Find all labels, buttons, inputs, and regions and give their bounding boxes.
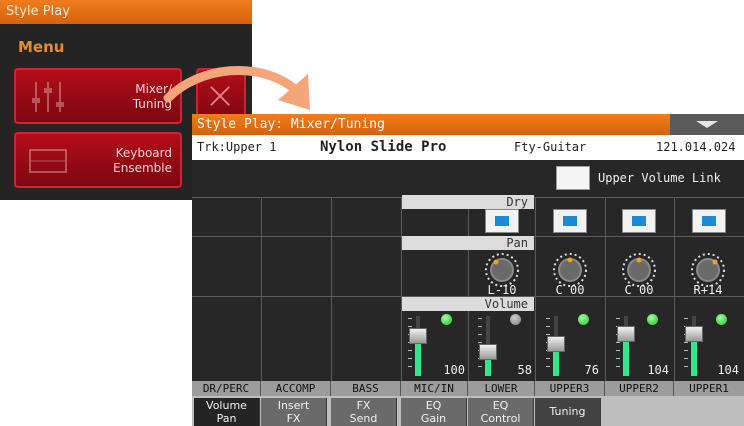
sound-name: Nylon Slide Pro (320, 139, 447, 155)
track-label: Trk:Upper 1 (197, 140, 277, 154)
pan-value-upper3: C 00 (555, 283, 585, 297)
dry-toggle-lower[interactable] (485, 209, 519, 233)
pan-section-label: Pan (402, 236, 534, 250)
volume-value-lower: 58 (517, 363, 532, 377)
sound-category: Fty-Guitar (514, 140, 587, 154)
keyboard-ensemble-button[interactable]: Keyboard Ensemble (14, 132, 182, 188)
tab-eq-control[interactable]: EQ Control (468, 398, 534, 426)
keyboard-button-line2: Ensemble (113, 161, 172, 175)
fader-handle[interactable] (479, 344, 497, 360)
dry-indicator (632, 216, 646, 226)
channel-label-mic-in[interactable]: MIC/IN (401, 381, 468, 396)
pan-value-upper1: R+14 (693, 283, 723, 297)
channel-label-upper1[interactable]: UPPER1 (674, 381, 744, 396)
page-tabs: Volume Pan Insert FX FX Send EQ Gain EQ … (192, 396, 744, 426)
mixer-tuning-screen: Style Play: Mixer/Tuning Trk:Upper 1 Nyl… (192, 114, 744, 426)
fader-handle[interactable] (685, 326, 703, 342)
menu-panel-title: Style Play (0, 0, 252, 24)
volume-value-upper1: 104 (717, 363, 739, 377)
volume-value-mic-in: 100 (443, 363, 465, 377)
tab-label-line1: EQ (492, 399, 509, 412)
channel-label-bass[interactable]: BASS (331, 381, 401, 396)
tab-fx-send[interactable]: FX Send (331, 398, 397, 426)
dry-toggle-upper2[interactable] (622, 209, 656, 233)
tab-tuning[interactable]: Tuning (535, 398, 601, 426)
tab-eq-gain[interactable]: EQ Gain (401, 398, 467, 426)
channel-label-upper3[interactable]: UPPER3 (535, 381, 605, 396)
dry-indicator (563, 216, 577, 226)
chevron-down-icon (696, 121, 718, 128)
page-menu-button[interactable] (670, 114, 744, 135)
tab-volume-pan[interactable]: Volume Pan (194, 398, 260, 426)
column-divider (401, 198, 402, 381)
tab-label-line1: Volume (206, 399, 247, 412)
column-divider (535, 198, 536, 381)
tab-label-line2: Send (349, 412, 378, 425)
volume-section-label: Volume (402, 297, 534, 311)
track-info-bar[interactable]: Trk:Upper 1 Nylon Slide Pro Fty-Guitar 1… (192, 135, 744, 160)
tab-label-line1: Insert (277, 399, 310, 412)
dry-section-label: Dry (402, 195, 534, 209)
column-divider (674, 198, 675, 381)
volume-value-upper3: 76 (584, 363, 599, 377)
column-divider (261, 198, 262, 381)
tab-insert-fx[interactable]: Insert FX (261, 398, 327, 426)
tab-label-line2: FX (286, 412, 301, 425)
volume-value-upper2: 104 (647, 363, 669, 377)
tab-label-line2: Pan (216, 412, 237, 425)
mixer-icon (32, 82, 64, 112)
led-upper3 (578, 314, 589, 325)
column-divider (605, 198, 606, 381)
channel-label-lower[interactable]: LOWER (468, 381, 535, 396)
dry-toggle-upper1[interactable] (692, 209, 726, 233)
keyboard-ensemble-icon (29, 149, 67, 173)
led-mic-in (441, 314, 452, 325)
dry-toggle-upper3[interactable] (553, 209, 587, 233)
dry-indicator (702, 216, 716, 226)
program-number: 121.014.024 (656, 140, 736, 154)
fader-handle[interactable] (617, 326, 635, 342)
upper-volume-link-checkbox[interactable] (556, 166, 590, 190)
channel-label-accomp[interactable]: ACCOMP (261, 381, 331, 396)
column-divider (468, 198, 469, 381)
dry-indicator (495, 216, 509, 226)
channel-label-upper2[interactable]: UPPER2 (605, 381, 674, 396)
column-divider (331, 198, 332, 381)
mixer-tuning-button[interactable]: Mixer/ Tuning (14, 68, 182, 124)
channel-label-dr-perc[interactable]: DR/PERC (192, 381, 261, 396)
screen-title: Style Play: Mixer/Tuning (192, 114, 744, 135)
tab-label-line1: EQ (425, 399, 442, 412)
fader-handle[interactable] (547, 336, 565, 352)
keyboard-button-line1: Keyboard (115, 146, 172, 160)
menu-label: Menu (18, 38, 65, 56)
fader-handle[interactable] (409, 328, 427, 344)
led-upper2 (647, 314, 658, 325)
led-lower (510, 314, 521, 325)
channel-label-row: DR/PERC ACCOMP BASS MIC/IN LOWER UPPER3 … (192, 381, 744, 396)
upper-volume-link-label: Upper Volume Link (598, 171, 721, 185)
pan-value-lower: L-10 (487, 283, 517, 297)
tab-label-line1: FX (356, 399, 371, 412)
led-upper1 (716, 314, 727, 325)
tab-label-line2: Gain (420, 412, 447, 425)
tab-label-line2: Control (480, 412, 521, 425)
pan-value-upper2: C 00 (624, 283, 654, 297)
